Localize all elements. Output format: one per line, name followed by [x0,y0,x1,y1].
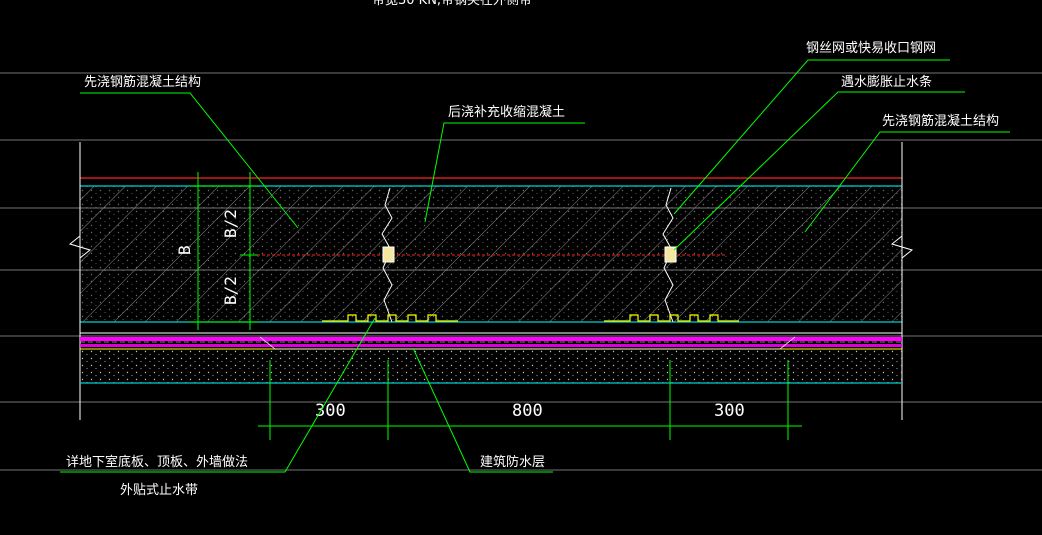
top-caption: 带宽30 KN,带钢尖在外侧带 [372,0,532,8]
dim-left-300: 300 [315,401,346,421]
cad-drawing: 带宽30 KN,带钢尖在外侧带 B B/2 B/2 300 800 300 先浇… [0,0,1042,498]
cushion-layer [80,350,902,384]
concrete-slab [80,186,902,322]
thickness-b-label: B [175,245,194,255]
label-detail-reference: 详地下室底板、顶板、外墙做法 [66,454,248,470]
label-steel-mesh: 钢丝网或快易收口钢网 [806,41,936,56]
label-external-waterstop: 外贴式止水带 [120,483,198,498]
dim-right-300: 300 [714,401,745,421]
label-waterproof-layer: 建筑防水层 [480,454,545,470]
label-precast-right: 先浇钢筋混凝土结构 [882,113,999,129]
dim-middle-800: 800 [512,401,543,421]
half-top-label: B/2 [221,209,240,238]
label-backfill-concrete: 后浇补充收缩混凝土 [448,104,565,120]
label-precast-left: 先浇钢筋混凝土结构 [84,74,201,90]
waterproof-layer [80,336,902,350]
label-water-stop-strip: 遇水膨胀止水条 [841,74,932,90]
half-bottom-label: B/2 [221,276,240,305]
